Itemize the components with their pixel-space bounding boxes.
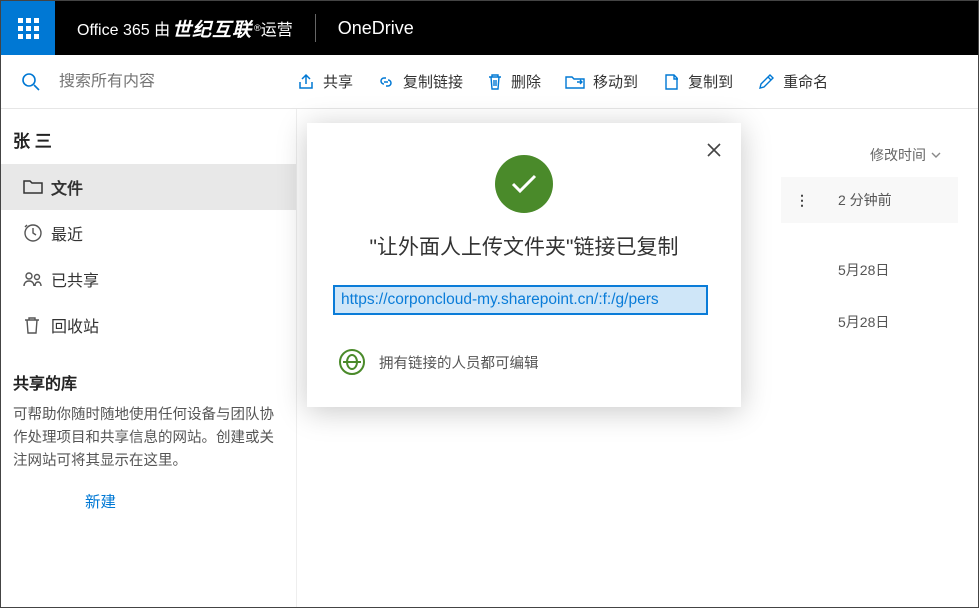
modified-cell: 2 分钟前 bbox=[838, 190, 958, 210]
nav-shared[interactable]: 已共享 bbox=[1, 256, 296, 302]
clock-icon bbox=[23, 223, 51, 243]
share-button[interactable]: 共享 bbox=[297, 71, 353, 92]
permission-row[interactable]: 拥有链接的人员都可编辑 bbox=[333, 349, 715, 375]
globe-icon bbox=[339, 349, 365, 375]
copyto-button[interactable]: 复制到 bbox=[662, 71, 733, 92]
rename-label: 重命名 bbox=[783, 71, 828, 92]
pencil-icon bbox=[757, 73, 775, 91]
column-modified[interactable]: 修改时间 bbox=[870, 145, 942, 165]
product-name: OneDrive bbox=[316, 18, 436, 39]
brand-text: Office 365 由世纪互联®运营 bbox=[55, 15, 315, 42]
nav-recent[interactable]: 最近 bbox=[1, 210, 296, 256]
trash-icon bbox=[487, 73, 503, 91]
copyto-icon bbox=[662, 73, 680, 91]
nav-shared-label: 已共享 bbox=[51, 267, 99, 291]
search-area bbox=[1, 72, 297, 92]
library-desc: 可帮助你随时随地使用任何设备与团队协作处理项目和共享信息的网站。创建或关注网站可… bbox=[1, 404, 296, 474]
modified-cell: 5月28日 bbox=[838, 260, 958, 280]
recycle-icon bbox=[23, 315, 51, 335]
table-row[interactable]: 5月28日 bbox=[838, 299, 958, 345]
share-link-input[interactable] bbox=[333, 285, 708, 315]
copylink-button[interactable]: 复制链接 bbox=[377, 71, 463, 92]
link-icon bbox=[377, 73, 395, 91]
moveto-icon bbox=[565, 74, 585, 90]
moveto-label: 移动到 bbox=[593, 71, 638, 92]
folder-icon bbox=[23, 179, 51, 195]
permission-text: 拥有链接的人员都可编辑 bbox=[379, 352, 539, 373]
table-row[interactable]: 5月28日 bbox=[838, 247, 958, 293]
nav-files[interactable]: 文件 bbox=[1, 164, 296, 210]
share-icon bbox=[297, 73, 315, 91]
copylink-label: 复制链接 bbox=[403, 71, 463, 92]
nav-recycle[interactable]: 回收站 bbox=[1, 302, 296, 348]
close-icon bbox=[705, 141, 723, 159]
copyto-label: 复制到 bbox=[688, 71, 733, 92]
nav-recent-label: 最近 bbox=[51, 221, 83, 245]
share-label: 共享 bbox=[323, 71, 353, 92]
moveto-button[interactable]: 移动到 bbox=[565, 71, 638, 92]
nav-recycle-label: 回收站 bbox=[51, 313, 99, 337]
delete-label: 删除 bbox=[511, 71, 541, 92]
success-badge bbox=[495, 155, 553, 213]
search-input[interactable] bbox=[59, 73, 239, 91]
column-modified-label: 修改时间 bbox=[870, 145, 926, 165]
dialog-title: "让外面人上传文件夹"链接已复制 bbox=[333, 231, 715, 261]
delete-button[interactable]: 删除 bbox=[487, 71, 541, 92]
more-icon[interactable]: ⋮ bbox=[795, 192, 810, 209]
chevron-down-icon bbox=[930, 149, 942, 161]
library-new-link[interactable]: 新建 bbox=[1, 474, 296, 512]
nav-files-label: 文件 bbox=[51, 175, 83, 199]
link-copied-dialog: "让外面人上传文件夹"链接已复制 拥有链接的人员都可编辑 bbox=[307, 123, 741, 407]
sidebar: 张 三 文件 最近 已共享 回收站 共享的库 可帮助你随时随地使用任何设 bbox=[1, 109, 297, 607]
search-icon[interactable] bbox=[21, 72, 41, 92]
people-icon bbox=[23, 270, 51, 288]
watermark-text: © 2019 ZJUNSEN https://blog.51cto.com/rd… bbox=[662, 3, 972, 20]
table-row[interactable]: ⋮ 2 分钟前 bbox=[781, 177, 958, 223]
waffle-icon bbox=[18, 18, 39, 39]
check-icon bbox=[509, 172, 539, 196]
rename-button[interactable]: 重命名 bbox=[757, 71, 828, 92]
command-list: 共享 复制链接 删除 移动到 复制到 bbox=[297, 71, 978, 92]
library-title: 共享的库 bbox=[1, 348, 296, 404]
user-name: 张 三 bbox=[1, 127, 296, 164]
app-launcher-button[interactable] bbox=[1, 1, 55, 55]
modified-cell: 5月28日 bbox=[838, 312, 958, 332]
close-button[interactable] bbox=[705, 141, 723, 159]
command-bar: 共享 复制链接 删除 移动到 复制到 bbox=[1, 55, 978, 109]
